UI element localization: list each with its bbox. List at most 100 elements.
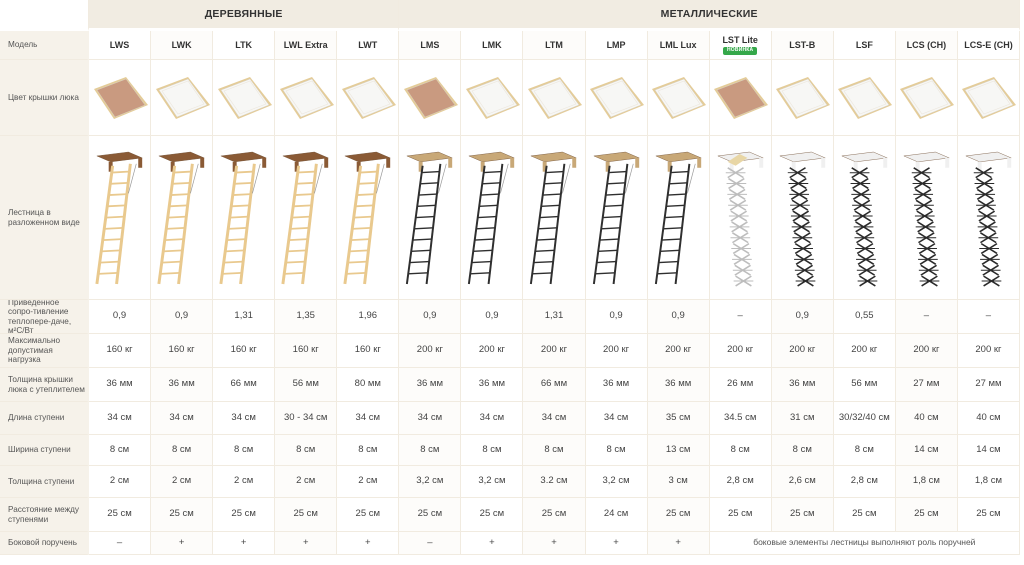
value-step-w: 8 см [461,435,524,466]
value-step-len: 30 - 34 см [275,402,338,435]
row-label-max-load: Максимально допустимая нагрузка [0,334,89,368]
value-step-t: 2 см [89,466,152,498]
lid-image [771,60,834,136]
comparison-table: ДЕРЕВЯННЫЕ МЕТАЛЛИЧЕСКИЕ Модель Цвет крышки… [0,0,1024,565]
value-resistance: 1,31 [523,300,586,334]
model-name: LCS-E (CH) [964,39,1013,50]
ladder-image [461,136,524,300]
row-label-resistance: Приведенное сопро-тивление теплопере-дач… [0,300,89,334]
row-label-step-width: Ширина ступени [0,435,89,466]
value-dist: 25 см [213,498,276,532]
value-resistance: – [957,300,1020,334]
value-dist: 25 см [151,498,214,532]
ladder-image [957,136,1020,300]
model-name: LMK [482,39,502,50]
value-step-t: 2,6 см [771,466,834,498]
value-resistance: – [709,300,772,334]
model-header: LWT [337,31,400,60]
value-load: 160 кг [151,334,214,368]
value-step-len: 40 см [957,402,1020,435]
value-load: 200 кг [709,334,772,368]
value-load: 200 кг [771,334,834,368]
ladder-image [89,136,152,300]
value-step-t: 3.2 см [523,466,586,498]
ladder-image [399,136,462,300]
value-load: 200 кг [399,334,462,368]
lid-image [523,60,586,136]
lid-image [151,60,214,136]
model-name: LML Lux [659,39,697,50]
model-header: LCS-E (CH) [957,31,1020,60]
value-lid-thick: 36 мм [585,368,648,402]
row-label-step-distance: Расстояние между ступенями [0,498,89,532]
value-step-len: 34.5 см [709,402,772,435]
ladder-image [647,136,710,300]
model-name: LST Lite [722,34,758,45]
value-resistance: 0,9 [151,300,214,334]
value-step-len: 34 см [337,402,400,435]
model-name: LWL Extra [283,39,328,50]
value-step-w: 14 см [957,435,1020,466]
model-name: LWT [358,39,378,50]
lid-image [709,60,772,136]
value-handrail: + [337,532,400,555]
value-handrail: + [461,532,524,555]
value-resistance: 0,9 [647,300,710,334]
value-load: 160 кг [213,334,276,368]
value-dist: 24 см [585,498,648,532]
value-load: 200 кг [895,334,958,368]
ladder-image [337,136,400,300]
value-step-len: 40 см [895,402,958,435]
ladder-image [275,136,338,300]
ladder-image [585,136,648,300]
value-step-w: 14 см [895,435,958,466]
value-step-w: 8 см [585,435,648,466]
value-handrail: + [523,532,586,555]
value-handrail: – [89,532,152,555]
lid-image [647,60,710,136]
value-lid-thick: 66 мм [213,368,276,402]
ladder-image [151,136,214,300]
row-label-step-length: Длина ступени [0,402,89,435]
model-name: LCS (CH) [906,39,947,50]
row-label-ladder-view: Лестница в разложенном виде [0,136,89,300]
value-dist: 25 см [275,498,338,532]
value-step-w: 8 см [771,435,834,466]
value-load: 200 кг [585,334,648,368]
value-step-w: 13 см [647,435,710,466]
value-lid-thick: 27 мм [895,368,958,402]
value-dist: 25 см [771,498,834,532]
value-step-t: 2,8 см [833,466,896,498]
value-step-w: 8 см [337,435,400,466]
value-step-t: 3 см [647,466,710,498]
value-step-t: 1,8 см [895,466,958,498]
value-step-len: 31 см [771,402,834,435]
value-lid-thick: 56 мм [275,368,338,402]
model-header: LMS [399,31,462,60]
model-header: LWK [151,31,214,60]
value-resistance: 0,9 [399,300,462,334]
value-handrail: + [151,532,214,555]
row-label-model: Модель [0,31,89,60]
row-label-step-thickness: Толщина ступени [0,466,89,498]
value-lid-thick: 36 мм [89,368,152,402]
value-dist: 25 см [709,498,772,532]
value-step-w: 8 см [275,435,338,466]
value-step-len: 34 см [151,402,214,435]
value-step-len: 30/32/40 см [833,402,896,435]
model-header: LWL Extra [275,31,338,60]
model-header: LML Lux [647,31,710,60]
value-step-t: 2 см [151,466,214,498]
value-handrail: – [399,532,462,555]
value-dist: 25 см [833,498,896,532]
value-dist: 25 см [523,498,586,532]
model-name: LWK [171,39,192,50]
value-resistance: 1,31 [213,300,276,334]
model-header: LTK [213,31,276,60]
value-step-len: 34 см [461,402,524,435]
value-step-len: 34 см [399,402,462,435]
lid-image [895,60,958,136]
value-load: 200 кг [461,334,524,368]
value-handrail: + [275,532,338,555]
value-handrail: + [213,532,276,555]
